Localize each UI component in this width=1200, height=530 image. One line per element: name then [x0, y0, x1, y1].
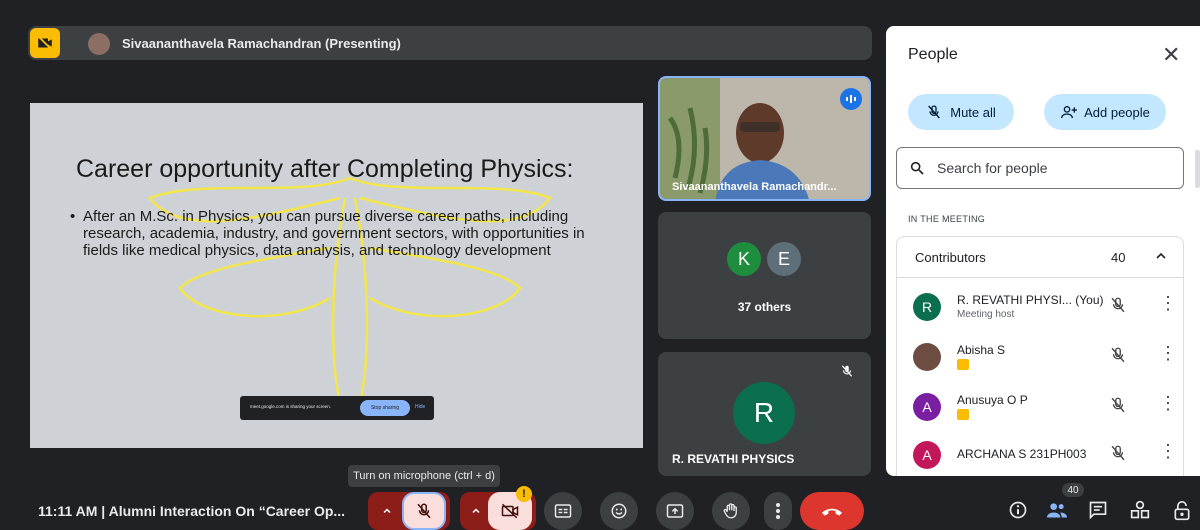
- mic-off-icon[interactable]: [1109, 296, 1127, 314]
- avatar: [913, 343, 941, 371]
- present-screen-icon: [666, 504, 684, 518]
- present-now-button[interactable]: [656, 492, 694, 530]
- more-options-icon[interactable]: ⋮: [1159, 293, 1177, 314]
- slide-bullet: • After an M.Sc. in Physics, you can pur…: [70, 208, 600, 259]
- camera-off-badge-icon: [30, 28, 60, 58]
- more-vert-icon: [776, 503, 780, 519]
- contributors-count: 40: [1111, 250, 1126, 265]
- mic-options-button[interactable]: [372, 492, 402, 530]
- shared-screen: Career opportunity after Completing Phys…: [30, 103, 643, 448]
- participant-name: Abisha S: [957, 343, 1006, 357]
- more-options-icon[interactable]: ⋮: [1159, 441, 1177, 462]
- others-tile[interactable]: K E 37 others: [658, 212, 871, 339]
- participant-tile-name: R. REVATHI PHYSICS: [672, 452, 795, 466]
- people-icon[interactable]: [1046, 500, 1068, 520]
- participant-row[interactable]: R R. REVATHI PHYSI... (You) Meeting host…: [897, 285, 1183, 333]
- emoji-icon: [611, 503, 627, 519]
- hide-link[interactable]: Hide: [415, 404, 425, 410]
- microphone-toggle-button[interactable]: [402, 492, 446, 530]
- participant-role: Meeting host: [957, 309, 1015, 320]
- section-label: IN THE MEETING: [908, 214, 986, 224]
- leave-call-button[interactable]: [800, 492, 864, 530]
- info-icon[interactable]: [1008, 500, 1028, 520]
- chat-icon[interactable]: [1088, 500, 1108, 520]
- camera-warning-badge: !: [516, 486, 532, 502]
- add-person-icon: [1061, 106, 1078, 119]
- mute-all-button[interactable]: Mute all: [908, 94, 1014, 130]
- mute-all-label: Mute all: [950, 104, 996, 120]
- search-box: [896, 147, 1184, 189]
- add-people-button[interactable]: Add people: [1044, 94, 1166, 130]
- presenter-video-tile[interactable]: Sivaananthavela Ramachandr...: [658, 76, 871, 201]
- participant-row[interactable]: Abisha S ⋮: [897, 335, 1183, 383]
- avatar: K: [727, 242, 761, 276]
- panel-title: People: [908, 46, 958, 63]
- mic-off-icon[interactable]: [1109, 346, 1127, 364]
- search-input[interactable]: [937, 158, 1167, 178]
- participant-row[interactable]: A ARCHANA S 231PH003 ⋮: [897, 433, 1183, 481]
- chevron-up-icon[interactable]: [1153, 248, 1169, 264]
- participant-name: ARCHANA S 231PH003: [957, 447, 1087, 461]
- others-count-label: 37 others: [737, 300, 792, 314]
- presenter-avatar: [88, 33, 110, 55]
- mic-off-icon[interactable]: [1109, 444, 1127, 462]
- search-icon: [910, 161, 924, 175]
- slide-bullet-text: After an M.Sc. in Physics, you can pursu…: [83, 208, 585, 259]
- contributors-section: Contributors 40 R R. REVATHI PHYSI... (Y…: [896, 236, 1184, 476]
- add-people-label: Add people: [1084, 104, 1150, 120]
- video-tile-name: Sivaananthavela Ramachandr...: [672, 181, 837, 193]
- close-icon[interactable]: ✕: [1162, 42, 1180, 68]
- camera-options-button[interactable]: [462, 492, 490, 530]
- mic-off-icon: [417, 503, 431, 519]
- end-call-icon: [821, 508, 843, 516]
- reactions-button[interactable]: [600, 492, 638, 530]
- hand-icon: [723, 503, 737, 519]
- chevron-up-icon: [472, 508, 480, 514]
- screen-share-notice: meet.google.com is sharing your screen. …: [240, 396, 434, 420]
- people-count-badge: 40: [1062, 483, 1084, 497]
- slide-title: Career opportunity after Completing Phys…: [76, 155, 574, 183]
- share-notice-text: meet.google.com is sharing your screen.: [250, 404, 332, 409]
- presenting-icon: [957, 359, 969, 370]
- presenter-name: Sivaananthavela Ramachandran (Presenting…: [122, 36, 401, 51]
- microphone-tooltip: Turn on microphone (ctrl + d): [348, 465, 500, 487]
- participant-name: R. REVATHI PHYSI... (You): [957, 293, 1104, 307]
- muted-mic-icon: [840, 364, 854, 383]
- host-controls-lock-icon[interactable]: [1172, 500, 1192, 522]
- slide-background-art: [148, 176, 552, 404]
- participant-tile[interactable]: R R. REVATHI PHYSICS: [658, 352, 871, 476]
- contributors-label[interactable]: Contributors: [915, 250, 986, 265]
- stop-sharing-button[interactable]: Stop sharing: [360, 400, 410, 416]
- participant-row[interactable]: A Anusuya O P ⋮: [897, 385, 1183, 433]
- mic-off-icon: [928, 105, 941, 119]
- captions-button[interactable]: [544, 492, 582, 530]
- avatar: R: [733, 382, 795, 444]
- participant-name: Anusuya O P: [957, 393, 1028, 407]
- raise-hand-button[interactable]: [712, 492, 750, 530]
- camera-off-icon: [501, 503, 519, 519]
- clock-and-meeting-title: 11:11 AM | Alumni Interaction On “Career…: [38, 503, 346, 519]
- chevron-up-icon: [383, 508, 391, 514]
- divider: [897, 277, 1183, 278]
- presenting-icon: [957, 409, 969, 420]
- avatar: R: [913, 293, 941, 321]
- captions-icon: [554, 504, 572, 518]
- more-options-button[interactable]: [764, 492, 792, 530]
- scrollbar[interactable]: [1195, 150, 1200, 188]
- avatar: A: [913, 393, 941, 421]
- more-options-icon[interactable]: ⋮: [1159, 393, 1177, 414]
- mic-off-icon[interactable]: [1109, 396, 1127, 414]
- people-panel: People ✕ Mute all Add people IN THE MEET…: [886, 26, 1200, 476]
- avatar: A: [913, 441, 941, 469]
- avatar: E: [767, 242, 801, 276]
- activities-icon[interactable]: [1130, 500, 1150, 520]
- speaking-indicator-icon: [840, 88, 862, 110]
- more-options-icon[interactable]: ⋮: [1159, 343, 1177, 364]
